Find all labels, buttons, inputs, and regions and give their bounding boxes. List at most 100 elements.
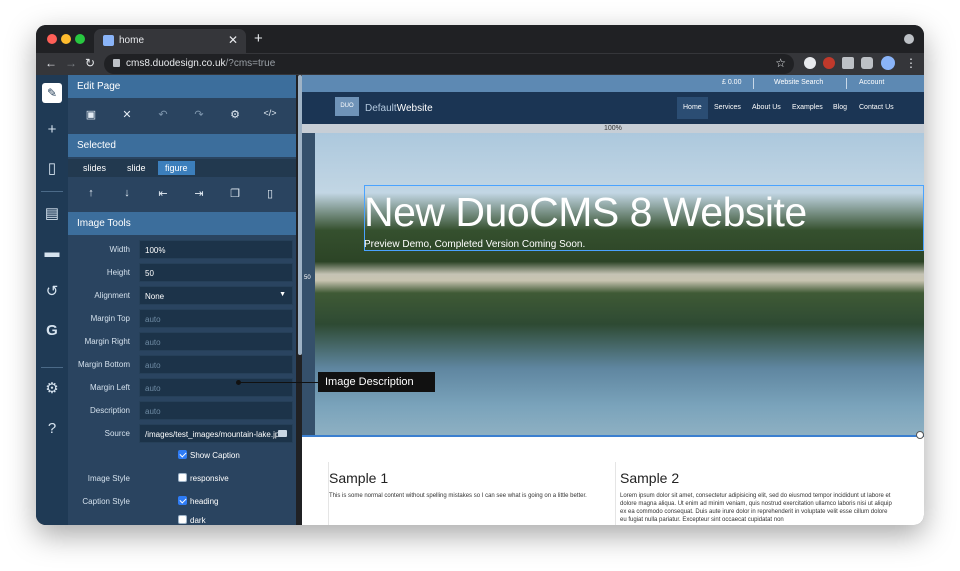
- profile-avatar[interactable]: [881, 56, 895, 70]
- history-icon[interactable]: ↺: [42, 282, 62, 302]
- width-input[interactable]: 100%: [139, 240, 293, 259]
- close-window-button[interactable]: [47, 34, 57, 44]
- breadcrumb-slides[interactable]: slides: [76, 161, 113, 175]
- margin-bottom-input[interactable]: auto: [139, 355, 293, 374]
- extensions-puzzle-icon[interactable]: [861, 57, 873, 69]
- breadcrumb-slide[interactable]: slide: [120, 161, 153, 175]
- topbar-divider: [753, 78, 754, 89]
- document-icon[interactable]: ▤: [42, 204, 62, 224]
- tab-home[interactable]: home ✕: [94, 29, 246, 53]
- heading-checkbox[interactable]: [178, 496, 187, 505]
- indent-after-icon[interactable]: ⇥: [192, 187, 206, 200]
- save-icon[interactable]: ▣: [84, 108, 98, 121]
- trash-icon[interactable]: ▯: [42, 159, 62, 179]
- lock-icon: [113, 59, 120, 67]
- edit-pencil-icon[interactable]: ✎: [42, 83, 62, 103]
- minimize-window-button[interactable]: [61, 34, 71, 44]
- hero-title: New DuoCMS 8 Website: [364, 189, 807, 235]
- extension-circle-icon[interactable]: [804, 57, 816, 69]
- back-arrow-icon[interactable]: ←: [45, 56, 57, 70]
- height-input[interactable]: 50: [139, 263, 293, 282]
- sample-2-column: Sample 2 Lorem ipsum dolor sit amet, con…: [615, 462, 895, 525]
- edit-page-actions: ▣ ✕ ↶ ↷ ⚙ </>: [68, 103, 296, 128]
- url-text[interactable]: cms8.duodesign.co.uk/?cms=true: [126, 58, 275, 69]
- margin-right-label: Margin Right: [84, 337, 130, 346]
- breadcrumb-figure[interactable]: figure: [158, 161, 195, 175]
- nav-home[interactable]: Home: [677, 97, 708, 119]
- address-bar[interactable]: cms8.duodesign.co.uk/?cms=true ☆: [104, 54, 794, 74]
- move-down-icon[interactable]: ↓: [120, 187, 134, 199]
- nav-blog[interactable]: Blog: [833, 104, 847, 111]
- cms-content: ✎ + ▯ ▤ ▬ ↺ G ⚙ ? Edit Page ▣ ✕ ↶ ↷ ⚙ </…: [36, 75, 924, 525]
- site-topbar: £ 0.00 Website Search Account: [302, 75, 924, 92]
- width-label: Width: [109, 245, 130, 254]
- caption-style-label: Caption Style: [82, 497, 130, 506]
- tab-search-icon[interactable]: [904, 34, 914, 44]
- folder-icon[interactable]: ▬: [42, 243, 62, 263]
- alignment-label: Alignment: [94, 291, 130, 300]
- undo-icon[interactable]: ↶: [156, 108, 170, 121]
- basket-total[interactable]: £ 0.00: [722, 79, 741, 86]
- ublock-icon[interactable]: [823, 57, 835, 69]
- nav-services[interactable]: Services: [714, 104, 741, 111]
- delete-icon[interactable]: ▯: [263, 187, 277, 200]
- tab-strip: home ✕ +: [36, 25, 924, 53]
- browse-folder-icon[interactable]: [278, 430, 287, 437]
- height-label: Height: [106, 268, 130, 277]
- new-tab-button[interactable]: +: [254, 30, 263, 47]
- duplicate-icon[interactable]: ❐: [228, 187, 242, 200]
- help-question-icon[interactable]: ?: [42, 419, 62, 439]
- settings-gear-icon[interactable]: ⚙: [228, 108, 242, 121]
- responsive-checkbox[interactable]: [178, 473, 187, 482]
- editor-panel: Edit Page ▣ ✕ ↶ ↷ ⚙ </> Selected slides …: [68, 75, 296, 525]
- website-search-link[interactable]: Website Search: [774, 79, 823, 86]
- reload-icon[interactable]: ↻: [85, 56, 95, 70]
- browser-window: home ✕ + ← → ↻ cms8.duodesign.co.uk/?cms…: [36, 25, 924, 525]
- hero-subtitle: Preview Demo, Completed Version Coming S…: [364, 239, 586, 250]
- icon-divider: [41, 191, 63, 192]
- account-link[interactable]: Account: [859, 79, 884, 86]
- sample-1-text: This is some normal content without spel…: [329, 493, 587, 499]
- margin-left-input[interactable]: auto: [139, 378, 293, 397]
- margin-left-label: Margin Left: [89, 383, 130, 392]
- tab-close-icon[interactable]: ✕: [228, 33, 238, 47]
- code-icon[interactable]: </>: [263, 108, 277, 118]
- description-input[interactable]: auto: [139, 401, 293, 420]
- nav-about-us[interactable]: About Us: [752, 104, 781, 111]
- site-name[interactable]: DefaultWebsite: [365, 103, 433, 114]
- add-plus-icon[interactable]: +: [42, 120, 62, 140]
- forward-arrow-icon[interactable]: →: [65, 56, 77, 70]
- tab-title: home: [119, 35, 145, 46]
- edit-page-header: Edit Page: [68, 75, 296, 98]
- gear-icon[interactable]: ⚙: [42, 379, 62, 399]
- show-caption-checkbox[interactable]: [178, 450, 187, 459]
- resize-handle[interactable]: [916, 431, 924, 439]
- browser-menu-icon[interactable]: ⋮: [905, 56, 917, 70]
- selected-actions: ↑ ↓ ⇤ ⇥ ❐ ▯: [68, 182, 296, 207]
- margin-top-input[interactable]: auto: [139, 309, 293, 328]
- indent-before-icon[interactable]: ⇤: [156, 187, 170, 200]
- redo-icon[interactable]: ↷: [192, 108, 206, 121]
- duo-logo[interactable]: DUO: [335, 97, 359, 116]
- site-header: DUO DefaultWebsite Home Services About U…: [302, 92, 924, 124]
- close-icon[interactable]: ✕: [120, 108, 134, 121]
- dark-checkbox[interactable]: [178, 515, 187, 524]
- nav-contact-us[interactable]: Contact Us: [859, 104, 894, 111]
- fullscreen-icon[interactable]: [842, 57, 854, 69]
- alignment-select[interactable]: None ▼: [139, 286, 293, 305]
- icon-divider: [41, 367, 63, 368]
- browser-toolbar: ← → ↻ cms8.duodesign.co.uk/?cms=true ☆ ⋮: [36, 53, 924, 75]
- google-g-icon[interactable]: G: [42, 321, 62, 341]
- hero-height-label: 50: [304, 275, 311, 281]
- site-name-light: Default: [365, 103, 397, 114]
- selected-header: Selected: [68, 134, 296, 157]
- source-label: Source: [104, 429, 130, 438]
- image-style-label: Image Style: [87, 474, 130, 483]
- zoom-window-button[interactable]: [75, 34, 85, 44]
- move-up-icon[interactable]: ↑: [84, 187, 98, 199]
- nav-examples[interactable]: Examples: [792, 104, 823, 111]
- bookmark-star-icon[interactable]: ☆: [775, 56, 786, 70]
- margin-top-label: Margin Top: [90, 314, 130, 323]
- source-input[interactable]: /images/test_images/mountain-lake.jp: [139, 424, 293, 443]
- margin-right-input[interactable]: auto: [139, 332, 293, 351]
